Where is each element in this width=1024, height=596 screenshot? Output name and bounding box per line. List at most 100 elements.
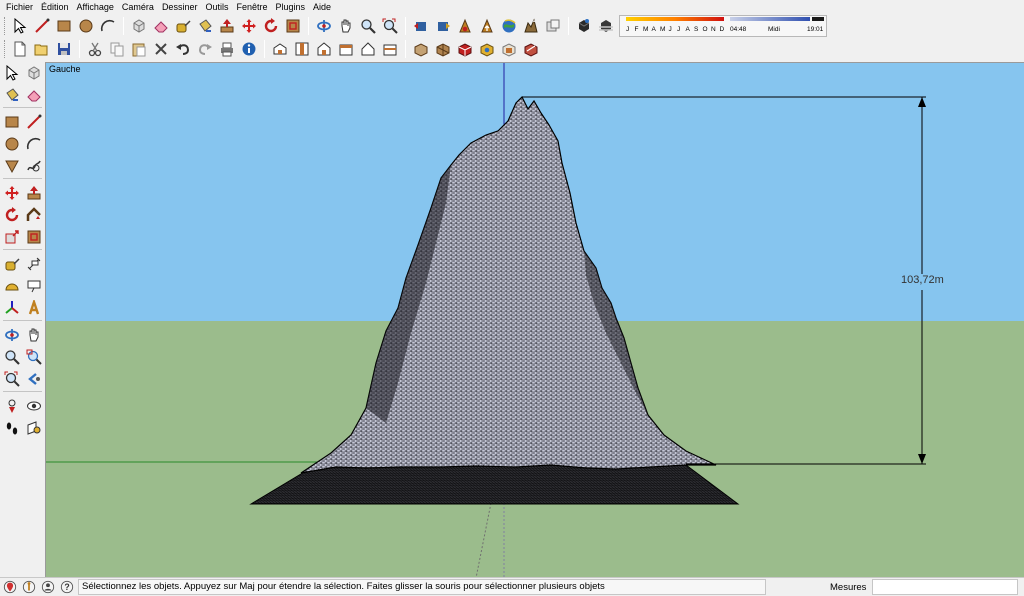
menu-fichier[interactable]: Fichier bbox=[3, 0, 38, 14]
left-view-icon[interactable] bbox=[379, 39, 401, 59]
rotate-icon[interactable] bbox=[260, 16, 282, 36]
menu-affichage[interactable]: Affichage bbox=[74, 0, 119, 14]
save-icon[interactable] bbox=[53, 39, 75, 59]
scale-icon[interactable] bbox=[1, 226, 23, 248]
get-models-icon[interactable] bbox=[454, 16, 476, 36]
line-icon[interactable] bbox=[23, 111, 45, 133]
section-plane-icon[interactable] bbox=[23, 417, 45, 439]
polygon-icon[interactable] bbox=[1, 155, 23, 177]
arc-icon[interactable] bbox=[97, 16, 119, 36]
cut-icon[interactable] bbox=[84, 39, 106, 59]
drawing-viewport[interactable]: Gauche 103,72m bbox=[45, 62, 1024, 577]
text-icon[interactable] bbox=[23, 275, 45, 297]
rectangle-icon[interactable] bbox=[53, 16, 75, 36]
menu-dessiner[interactable]: Dessiner bbox=[159, 0, 203, 14]
menu-aide[interactable]: Aide bbox=[310, 0, 336, 14]
previous-view-icon[interactable] bbox=[410, 16, 432, 36]
offset-icon[interactable] bbox=[282, 16, 304, 36]
menu-outils[interactable]: Outils bbox=[202, 0, 233, 14]
top-view-icon[interactable] bbox=[291, 39, 313, 59]
delete-icon[interactable] bbox=[150, 39, 172, 59]
dimension-icon[interactable] bbox=[23, 253, 45, 275]
shadow-settings-panel[interactable]: J F M A M J J A S O N D 04:48 Midi 19:01 bbox=[619, 15, 827, 37]
measures-input[interactable] bbox=[872, 579, 1018, 595]
menu-plugins[interactable]: Plugins bbox=[273, 0, 311, 14]
fog-icon[interactable] bbox=[595, 16, 617, 36]
follow-me-icon[interactable] bbox=[23, 204, 45, 226]
make-component-icon[interactable] bbox=[128, 16, 150, 36]
3d-text-icon[interactable] bbox=[23, 297, 45, 319]
front-view-icon[interactable] bbox=[313, 39, 335, 59]
eraser-icon[interactable] bbox=[150, 16, 172, 36]
rotate-icon[interactable] bbox=[1, 204, 23, 226]
redo-icon[interactable] bbox=[194, 39, 216, 59]
pan-icon[interactable] bbox=[335, 16, 357, 36]
menu-edition[interactable]: Édition bbox=[38, 0, 74, 14]
shaded-texture-icon[interactable] bbox=[498, 39, 520, 59]
user-icon[interactable] bbox=[38, 578, 57, 596]
credits-icon[interactable] bbox=[19, 578, 38, 596]
previous-icon[interactable] bbox=[23, 368, 45, 390]
model-info-icon[interactable] bbox=[238, 39, 260, 59]
circle-icon[interactable] bbox=[75, 16, 97, 36]
eraser-icon[interactable] bbox=[23, 84, 45, 106]
menu-fenetre[interactable]: Fenêtre bbox=[233, 0, 272, 14]
zoom-window-icon[interactable] bbox=[23, 346, 45, 368]
shadow-sliders[interactable] bbox=[620, 17, 826, 25]
monochrome-icon[interactable] bbox=[520, 39, 542, 59]
move-icon[interactable] bbox=[238, 16, 260, 36]
zoom-extents-icon[interactable] bbox=[1, 368, 23, 390]
protractor-icon[interactable] bbox=[1, 275, 23, 297]
terrain-base[interactable] bbox=[249, 464, 740, 505]
undo-icon[interactable] bbox=[172, 39, 194, 59]
help-icon[interactable]: ? bbox=[57, 578, 76, 596]
toolbar-grip[interactable] bbox=[4, 40, 7, 58]
orbit-icon[interactable] bbox=[1, 324, 23, 346]
freehand-icon[interactable] bbox=[23, 155, 45, 177]
dimension-label[interactable]: 103,72m bbox=[901, 274, 944, 286]
xray-icon[interactable] bbox=[410, 39, 432, 59]
paint-bucket-icon[interactable] bbox=[194, 16, 216, 36]
next-view-icon[interactable] bbox=[432, 16, 454, 36]
position-camera-icon[interactable] bbox=[1, 395, 23, 417]
back-view-icon[interactable] bbox=[357, 39, 379, 59]
push-pull-icon[interactable] bbox=[216, 16, 238, 36]
photo-textures-icon[interactable] bbox=[520, 16, 542, 36]
move-icon[interactable] bbox=[1, 182, 23, 204]
zoom-icon[interactable] bbox=[357, 16, 379, 36]
make-component-icon[interactable] bbox=[23, 62, 45, 84]
geo-location-icon[interactable] bbox=[0, 578, 19, 596]
zoom-extents-icon[interactable] bbox=[379, 16, 401, 36]
iso-view-icon[interactable] bbox=[269, 39, 291, 59]
print-icon[interactable] bbox=[216, 39, 238, 59]
pan-icon[interactable] bbox=[23, 324, 45, 346]
arc-icon[interactable] bbox=[23, 133, 45, 155]
toolbar-grip[interactable] bbox=[4, 17, 7, 35]
paste-icon[interactable] bbox=[128, 39, 150, 59]
line-icon[interactable] bbox=[31, 16, 53, 36]
offset-icon[interactable] bbox=[23, 226, 45, 248]
copy-icon[interactable] bbox=[106, 39, 128, 59]
terrain-scene[interactable] bbox=[46, 63, 1024, 577]
open-icon[interactable] bbox=[31, 39, 53, 59]
shaded-icon[interactable] bbox=[476, 39, 498, 59]
orbit-icon[interactable] bbox=[313, 16, 335, 36]
paint-bucket-icon[interactable] bbox=[1, 84, 23, 106]
share-model-icon[interactable] bbox=[476, 16, 498, 36]
rectangle-icon[interactable] bbox=[1, 111, 23, 133]
tape-measure-icon[interactable] bbox=[1, 253, 23, 275]
wireframe-icon[interactable] bbox=[432, 39, 454, 59]
new-icon[interactable] bbox=[9, 39, 31, 59]
circle-icon[interactable] bbox=[1, 133, 23, 155]
axes-icon[interactable] bbox=[1, 297, 23, 319]
menu-camera[interactable]: Caméra bbox=[119, 0, 159, 14]
look-around-icon[interactable] bbox=[23, 395, 45, 417]
tape-measure-icon[interactable] bbox=[172, 16, 194, 36]
google-earth-icon[interactable] bbox=[498, 16, 520, 36]
select-icon[interactable] bbox=[9, 16, 31, 36]
shadows-toggle-icon[interactable] bbox=[573, 16, 595, 36]
right-view-icon[interactable] bbox=[335, 39, 357, 59]
zoom-icon[interactable] bbox=[1, 346, 23, 368]
walk-icon[interactable] bbox=[1, 417, 23, 439]
hidden-line-icon[interactable] bbox=[454, 39, 476, 59]
